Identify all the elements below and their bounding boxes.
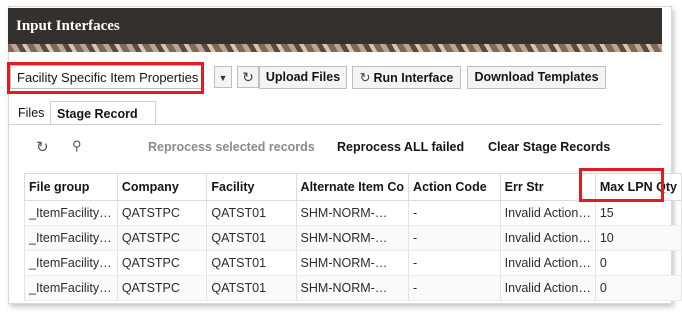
highlight-box-interface <box>7 62 204 94</box>
column-header-action-code[interactable]: Action Code <box>408 173 501 201</box>
cell-alternate-item: SHM-NORM-… <box>295 225 410 251</box>
cell-company: QATSTPC <box>116 225 208 251</box>
cell-action-code: - <box>408 225 501 251</box>
cell-company: QATSTPC <box>116 250 208 276</box>
cell-err-str: Invalid Action… <box>499 250 596 276</box>
cell-file-group: _ItemFacility… <box>24 250 118 276</box>
tab-files[interactable]: Files <box>18 101 44 125</box>
cell-facility: QATST01 <box>206 200 297 226</box>
reprocess-selected-button[interactable]: Reprocess selected records <box>148 140 315 154</box>
cell-alternate-item: SHM-NORM-… <box>295 275 410 301</box>
cell-max-lpn-qty: 0 <box>594 250 682 276</box>
table-row[interactable]: _ItemFacility… QATSTPC QATST01 SHM-NORM-… <box>24 275 682 301</box>
cell-action-code: - <box>408 275 501 301</box>
column-header-facility[interactable]: Facility <box>206 173 297 201</box>
table-row[interactable]: _ItemFacility… QATSTPC QATST01 SHM-NORM-… <box>24 225 682 251</box>
cell-company: QATSTPC <box>116 200 208 226</box>
cell-facility: QATST01 <box>206 250 297 276</box>
column-header-file-group[interactable]: File group <box>24 173 118 201</box>
cell-action-code: - <box>408 250 501 276</box>
cell-company: QATSTPC <box>116 275 208 301</box>
search-icon[interactable]: ⚲ <box>72 138 82 154</box>
tab-stage-record[interactable]: Stage Record <box>50 101 156 125</box>
cell-facility: QATST01 <box>206 225 297 251</box>
clear-stage-records-button[interactable]: Clear Stage Records <box>488 140 610 154</box>
run-interface-label: Run Interface <box>373 71 454 85</box>
cell-err-str: Invalid Action… <box>499 225 596 251</box>
refresh-icon: ↻ <box>359 70 371 85</box>
cell-max-lpn-qty: 0 <box>594 275 682 301</box>
highlight-box-max-lpn-qty <box>579 168 664 202</box>
page-title: Input Interfaces <box>16 18 120 34</box>
cell-max-lpn-qty: 10 <box>594 225 682 251</box>
cell-err-str: Invalid Action… <box>499 275 596 301</box>
column-header-company[interactable]: Company <box>116 173 208 201</box>
cell-file-group: _ItemFacility… <box>24 200 118 226</box>
page-banner: Input Interfaces <box>8 8 662 52</box>
cell-file-group: _ItemFacility… <box>24 275 118 301</box>
cell-err-str: Invalid Action… <box>499 200 596 226</box>
table-row[interactable]: _ItemFacility… QATSTPC QATST01 SHM-NORM-… <box>24 200 682 226</box>
reprocess-all-failed-button[interactable]: Reprocess ALL failed <box>337 140 464 154</box>
chevron-down-icon[interactable]: ▼ <box>214 66 232 88</box>
cell-max-lpn-qty: 15 <box>594 200 682 226</box>
cell-file-group: _ItemFacility… <box>24 225 118 251</box>
refresh-icon[interactable]: ↻ <box>36 138 49 156</box>
run-interface-button[interactable]: ↻ Run Interface <box>352 66 461 89</box>
cell-action-code: - <box>408 200 501 226</box>
cell-facility: QATST01 <box>206 275 297 301</box>
download-templates-button[interactable]: Download Templates <box>467 66 606 89</box>
cell-alternate-item: SHM-NORM-… <box>295 200 410 226</box>
upload-files-button[interactable]: Upload Files <box>259 66 347 89</box>
refresh-icon[interactable]: ↻ <box>237 66 259 88</box>
stage-actions: ↻ ⚲ Reprocess selected records Reprocess… <box>8 136 662 160</box>
table-row[interactable]: _ItemFacility… QATSTPC QATST01 SHM-NORM-… <box>24 250 682 276</box>
cell-alternate-item: SHM-NORM-… <box>295 250 410 276</box>
column-header-alternate-item[interactable]: Alternate Item Co <box>295 173 410 201</box>
tab-divider <box>8 124 662 125</box>
